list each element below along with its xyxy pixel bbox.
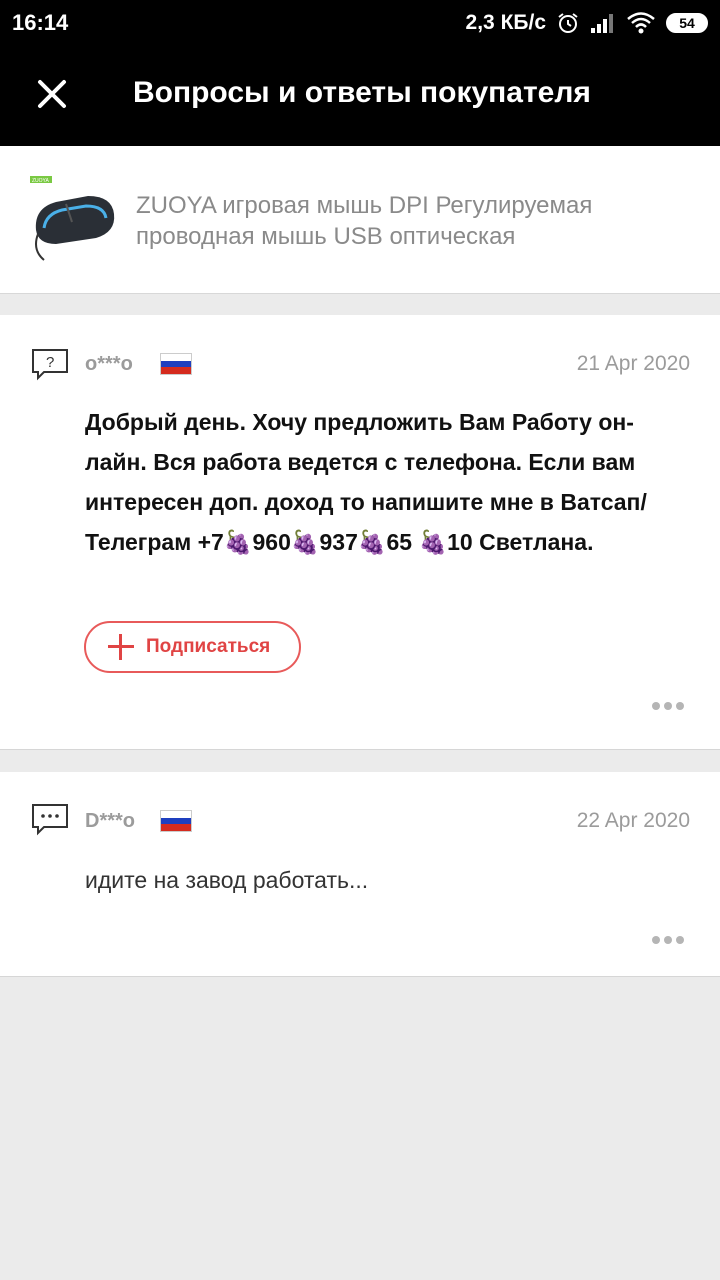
question-date: 22 Apr 2020 (576, 809, 690, 832)
subscribe-label: Подписаться (146, 636, 271, 657)
more-options-icon[interactable] (652, 935, 684, 945)
russia-flag-icon (160, 810, 192, 832)
product-thumb-brand: ZUOYA (32, 178, 50, 184)
product-image: ZUOYA (30, 176, 115, 261)
product-card[interactable]: ZUOYA ZUOYA игровая мышь DPI Регулируема… (0, 146, 720, 294)
page-title: Вопросы и ответы покупателя (133, 76, 591, 109)
user-name: D***o (85, 810, 136, 832)
wifi-icon (627, 12, 655, 34)
status-right: 2,3 КБ/с 54 (466, 8, 708, 38)
question-text: идите на завод работать... (85, 867, 369, 893)
svg-text:?: ? (46, 354, 54, 371)
subscribe-button[interactable]: Подписаться (84, 621, 301, 673)
battery-icon: 54 (666, 13, 708, 33)
more-options-icon[interactable] (652, 701, 684, 711)
question-icon: ? (32, 349, 68, 381)
alarm-icon (558, 13, 578, 33)
question-date: 21 Apr 2020 (576, 352, 690, 375)
plus-icon (108, 634, 134, 660)
network-speed: 2,3 КБ/с (465, 11, 546, 34)
user-name: o***o (85, 353, 133, 375)
product-title: ZUOYA игровая мышь DPI Регулируемая пров… (136, 192, 593, 250)
grape-emoji: 🍇 (223, 529, 253, 555)
signal-icon (591, 14, 613, 33)
question-text: Добрый день. Хочу предложить Вам Работу … (85, 402, 665, 562)
grape-emoji: 🍇 (418, 529, 448, 555)
question-card: ? o***o 21 Apr 2020 Добрый день. Хочу пр… (0, 315, 720, 750)
status-time: 16:14 (12, 10, 69, 35)
app-bar: Вопросы и ответы покупателя (0, 46, 720, 146)
russia-flag-icon (160, 353, 192, 375)
status-bar: 16:14 2,3 КБ/с 54 (0, 0, 720, 46)
grape-emoji: 🍇 (357, 529, 387, 555)
close-icon[interactable] (30, 72, 74, 116)
question-card: D***o 22 Apr 2020 идите на завод работат… (0, 772, 720, 977)
comment-icon (32, 804, 68, 836)
grape-emoji: 🍇 (290, 529, 320, 555)
